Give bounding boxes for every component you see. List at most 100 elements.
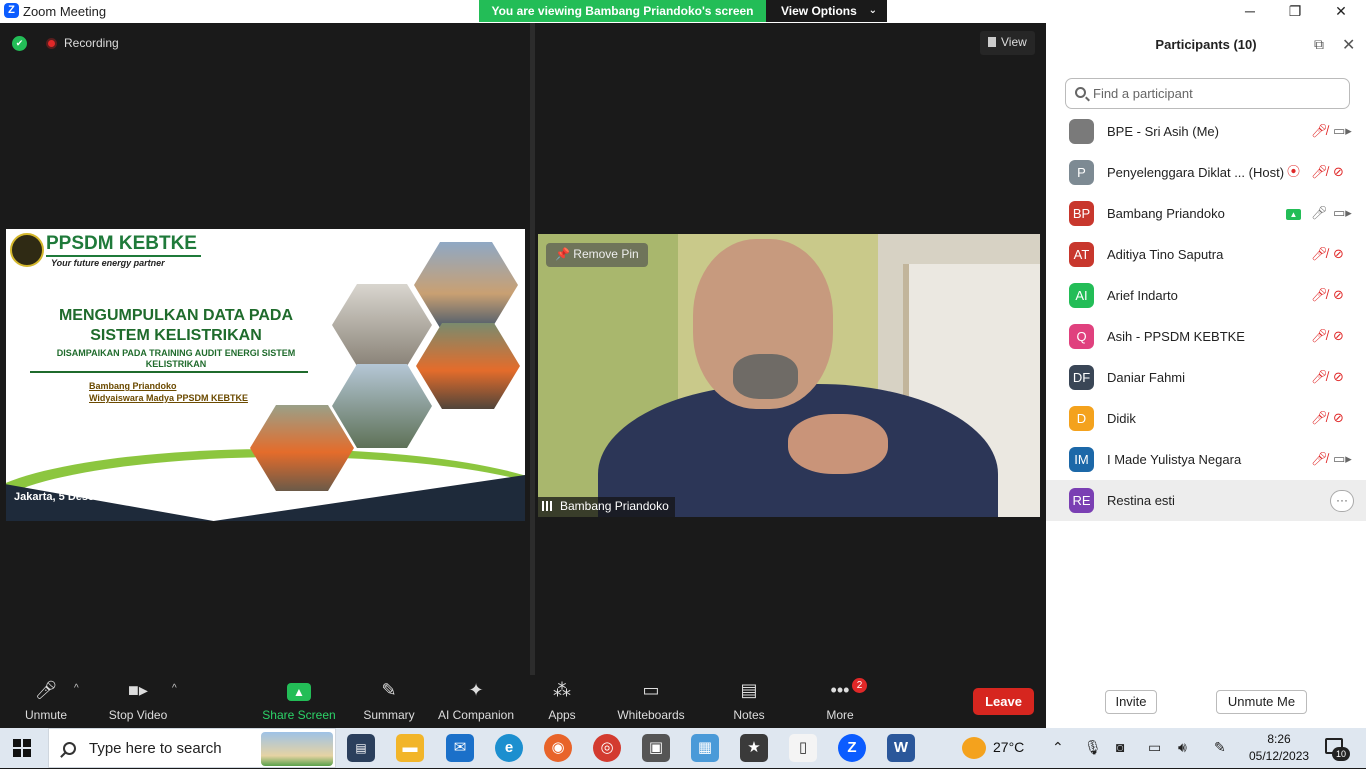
taskbar-search-input[interactable]: Type here to search <box>48 728 336 768</box>
notes-button[interactable]: ▤ Notes <box>726 677 772 722</box>
recording-label: Recording <box>64 36 119 50</box>
summary-button[interactable]: ✎ Summary <box>358 677 420 722</box>
maximize-button[interactable]: ❐ <box>1272 0 1318 22</box>
popout-icon[interactable]: ⧉ <box>1314 36 1324 53</box>
shared-screen[interactable]: PPSDM KEBTKE Your future energy partner … <box>6 229 525 521</box>
participant-row[interactable]: DF Daniar Fahmi 🎤︎̸ ⊘ <box>1046 357 1366 398</box>
unmute-me-button[interactable]: Unmute Me <box>1216 690 1307 714</box>
shield-icon[interactable]: ✔ <box>12 36 27 51</box>
close-panel-icon[interactable]: ✕ <box>1342 35 1355 55</box>
printer-icon[interactable]: ▣ <box>642 734 670 762</box>
participants-panel: Participants (10) ⧉ ✕ Find a participant… <box>1046 23 1366 728</box>
search-highlight-image <box>261 732 333 766</box>
media-app-icon[interactable]: ★ <box>740 734 768 762</box>
slide-date: Jakarta, 5 Desember 2023 <box>14 491 149 503</box>
participant-name: Arief Indarto <box>1107 288 1178 303</box>
video-off-icon[interactable]: ⊘ <box>1333 287 1344 302</box>
weather-sun-icon[interactable] <box>962 737 986 759</box>
mic-muted-icon[interactable]: 🎤︎̸ <box>1311 123 1328 138</box>
slide-author: Bambang Priandoko Widyaiswara Madya PPSDM… <box>89 380 248 404</box>
task-view-icon[interactable]: ▤ <box>347 734 375 762</box>
video-camera-icon[interactable]: ▭▸ <box>1333 451 1352 466</box>
video-off-icon[interactable]: ⊘ <box>1333 328 1344 343</box>
participant-row[interactable]: Q Asih - PPSDM KEBTKE 🎤︎̸ ⊘ <box>1046 316 1366 357</box>
speaker-video[interactable]: 📌 Remove Pin Bambang Priandoko <box>538 234 1040 517</box>
participant-search-placeholder: Find a participant <box>1093 86 1193 101</box>
participant-row[interactable]: BPE - Sri Asih (Me) 🎤︎̸ ▭▸ <box>1046 111 1366 152</box>
recording-icon <box>46 38 57 49</box>
temperature[interactable]: 27°C <box>993 739 1024 755</box>
mic-muted-icon[interactable]: 🎤︎̸ <box>1311 369 1328 384</box>
video-off-icon[interactable]: ⊘ <box>1333 246 1344 261</box>
leave-button[interactable]: Leave <box>973 688 1034 715</box>
more-label: More <box>826 708 854 722</box>
unmute-button[interactable]: 🎤︎ Unmute <box>16 677 76 722</box>
video-person-hand <box>788 414 888 474</box>
firefox-icon[interactable]: ◉ <box>544 734 572 762</box>
stop-video-button[interactable]: ■▸ Stop Video <box>104 677 172 722</box>
mic-muted-icon[interactable]: 🎤︎̸ <box>1311 328 1328 343</box>
participant-name: Aditiya Tino Saputra <box>1107 247 1224 262</box>
camera-icon[interactable]: ◙ <box>1116 739 1124 755</box>
search-icon <box>1075 87 1086 98</box>
windows-start-icon[interactable] <box>13 739 32 758</box>
share-screen-label: Share Screen <box>262 708 336 722</box>
pen-icon[interactable]: ✎ <box>1214 739 1226 756</box>
window-title: Zoom Meeting <box>23 4 107 19</box>
participant-row[interactable]: IM I Made Yulistya Negara 🎤︎̸ ▭▸ <box>1046 439 1366 480</box>
mail-icon[interactable]: ✉ <box>446 734 474 762</box>
chevron-up-icon[interactable]: ⌃ <box>1052 739 1064 756</box>
video-off-icon[interactable]: ⊘ <box>1333 164 1344 179</box>
volume-icon[interactable]: 🔊︎ <box>1178 739 1187 756</box>
share-screen-button[interactable]: ▲ Share Screen <box>262 677 336 722</box>
mic-muted-icon[interactable]: 🎤︎̸ <box>1311 164 1328 179</box>
participant-row[interactable]: BP Bambang Priandoko ▲ 🎤︎ ▭▸ <box>1046 193 1366 234</box>
participant-search-input[interactable]: Find a participant <box>1065 78 1350 109</box>
remove-pin-button[interactable]: 📌 Remove Pin <box>546 243 648 267</box>
video-camera-icon[interactable]: ▭▸ <box>1333 205 1352 220</box>
participant-row[interactable]: D Didik 🎤︎̸ ⊘ <box>1046 398 1366 439</box>
notes-icon: ▤ <box>740 680 758 700</box>
participant-row[interactable]: AT Aditiya Tino Saputra 🎤︎̸ ⊘ <box>1046 234 1366 275</box>
video-off-icon[interactable]: ⊘ <box>1333 410 1344 425</box>
view-button[interactable]: View <box>980 31 1035 55</box>
store-icon[interactable]: ▦ <box>691 734 719 762</box>
video-camera-icon[interactable]: ▭▸ <box>1333 123 1352 138</box>
participant-more-icon[interactable]: ··· <box>1330 490 1354 512</box>
participant-row[interactable]: AI Arief Indarto 🎤︎̸ ⊘ <box>1046 275 1366 316</box>
close-button[interactable]: ✕ <box>1318 0 1364 22</box>
participant-row[interactable]: P Penyelenggara Diklat ... (Host) ⦿ 🎤︎̸ ⊘ <box>1046 152 1366 193</box>
ai-companion-button[interactable]: ✦ AI Companion <box>434 677 518 722</box>
invite-button[interactable]: Invite <box>1105 690 1157 714</box>
zoom-taskbar-icon[interactable]: Z <box>838 734 866 762</box>
word-icon[interactable]: W <box>887 734 915 762</box>
mic-muted-icon[interactable]: 🎤︎̸ <box>1311 287 1328 302</box>
apps-button[interactable]: ⁂ Apps <box>540 677 584 722</box>
minimize-button[interactable]: ─ <box>1227 0 1273 22</box>
whiteboards-button[interactable]: ▭ Whiteboards <box>614 677 688 722</box>
view-options-button[interactable]: View Options ⌄ <box>766 0 887 22</box>
video-person-beard <box>733 354 798 399</box>
split-divider[interactable] <box>530 23 535 675</box>
taskbar-clock[interactable]: 8:26 05/12/2023 <box>1249 731 1309 765</box>
mic-muted-icon[interactable]: 🎤︎̸ <box>1311 410 1328 425</box>
participant-name: Didik <box>1107 411 1136 426</box>
video-off-icon[interactable]: ⊘ <box>1333 369 1344 384</box>
viewing-banner: You are viewing Bambang Priandoko's scre… <box>479 0 887 22</box>
summary-label: Summary <box>363 708 415 722</box>
slide-brand: PPSDM KEBTKE <box>46 233 201 257</box>
edge-icon[interactable]: e <box>495 734 523 762</box>
file-explorer-icon[interactable]: ▬ <box>396 734 424 762</box>
mic-icon[interactable]: 🎤︎ <box>1311 205 1328 220</box>
whiteboards-label: Whiteboards <box>617 708 685 722</box>
mic-muted-icon[interactable]: 🎤︎̸ <box>1311 451 1328 466</box>
audio-options-caret[interactable]: ^ <box>74 683 79 694</box>
microphone-icon[interactable]: 🎙︎ <box>1084 739 1102 756</box>
participant-name: I Made Yulistya Negara <box>1107 452 1242 467</box>
notepad-icon[interactable]: ▯ <box>789 734 817 762</box>
battery-icon[interactable]: ▭ <box>1148 739 1161 756</box>
video-options-caret[interactable]: ^ <box>172 683 177 694</box>
participant-row[interactable]: RE Restina esti ··· <box>1046 480 1366 521</box>
mic-muted-icon[interactable]: 🎤︎̸ <box>1311 246 1328 261</box>
chrome-icon[interactable]: ◎ <box>593 734 621 762</box>
